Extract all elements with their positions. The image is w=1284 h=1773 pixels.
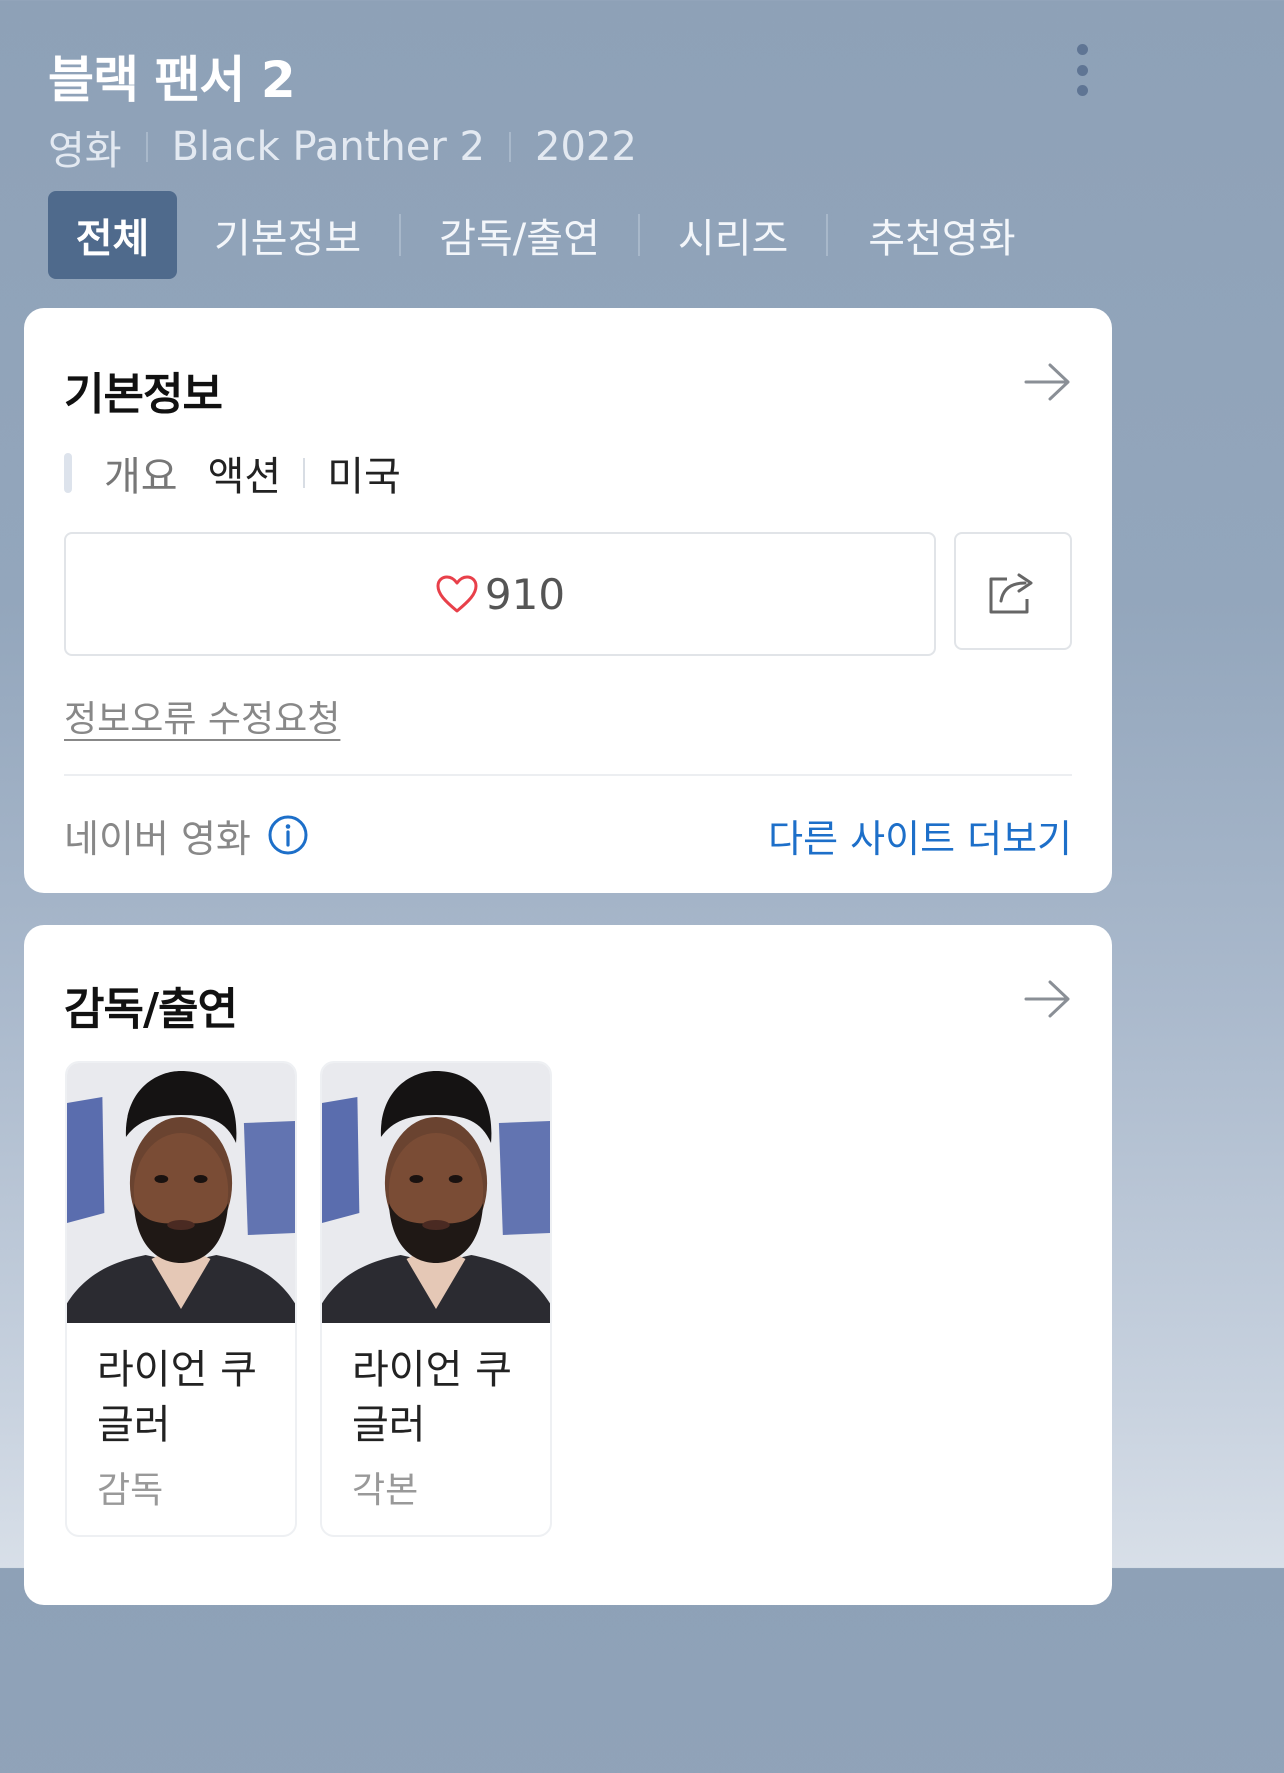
overview-divider bbox=[303, 458, 306, 488]
heart-icon bbox=[436, 575, 478, 613]
tab-divider bbox=[637, 214, 640, 256]
page-title: 블랙 팬서 2 bbox=[48, 51, 296, 109]
more-menu-icon[interactable] bbox=[1068, 44, 1096, 96]
person-card-director[interactable]: 라이언 쿠글러 감독 bbox=[65, 1061, 297, 1537]
tab-series[interactable]: 시리즈 bbox=[678, 191, 788, 279]
section-title: 감독/출연 bbox=[64, 984, 238, 1035]
info-icon[interactable] bbox=[267, 814, 309, 856]
overview-label: 개요 bbox=[104, 454, 178, 500]
country-value: 미국 bbox=[327, 454, 401, 500]
tab-recommended[interactable]: 추천영화 bbox=[868, 191, 1015, 279]
person-role: 감독 bbox=[97, 1470, 164, 1511]
person-role: 각본 bbox=[352, 1470, 419, 1511]
overview-row: 개요 액션 미국 bbox=[64, 450, 401, 500]
tab-divider bbox=[826, 214, 829, 256]
tab-cast[interactable]: 감독/출연 bbox=[439, 191, 600, 279]
tab-all[interactable]: 전체 bbox=[48, 191, 177, 279]
source-info: 네이버 영화 bbox=[64, 808, 309, 862]
tab-basic-info[interactable]: 기본정보 bbox=[214, 191, 361, 279]
tab-divider bbox=[399, 214, 402, 256]
person-name: 라이언 쿠글러 bbox=[97, 1347, 257, 1448]
tab-bar: 전체 기본정보 감독/출연 시리즈 추천영화 bbox=[48, 191, 1016, 279]
share-icon bbox=[989, 573, 1033, 614]
like-count: 910 bbox=[484, 569, 566, 619]
person-card-writer[interactable]: 라이언 쿠글러 각본 bbox=[320, 1061, 552, 1537]
share-button[interactable] bbox=[954, 532, 1072, 650]
other-sites-link[interactable]: 다른 사이트 더보기 bbox=[768, 808, 1072, 862]
like-button[interactable]: 910 bbox=[64, 532, 936, 656]
basic-info-card: 기본정보 개요 액션 미국 910 정보오류 수정요청 네이버 영화 다른 사이… bbox=[24, 308, 1112, 893]
genre-value: 액션 bbox=[207, 454, 282, 500]
report-error-link[interactable]: 정보오류 수정요청 bbox=[64, 690, 340, 742]
person-photo bbox=[322, 1063, 550, 1323]
movie-meta: 영화 Black Panther 2 2022 bbox=[48, 122, 637, 174]
meta-divider bbox=[509, 132, 511, 162]
meta-original-title: Black Panther 2 bbox=[171, 124, 485, 170]
arrow-right-icon[interactable] bbox=[1024, 362, 1072, 402]
cast-card: 감독/출연 라이언 쿠글러 감독 라이언 쿠글러 각본 bbox=[24, 925, 1112, 1605]
divider bbox=[64, 774, 1072, 776]
meta-category: 영화 bbox=[48, 128, 122, 174]
meta-year: 2022 bbox=[535, 124, 637, 170]
meta-divider bbox=[145, 132, 148, 162]
section-title: 기본정보 bbox=[64, 369, 223, 420]
source-label: 네이버 영화 bbox=[64, 816, 251, 861]
overview-marker bbox=[64, 453, 72, 493]
arrow-right-icon[interactable] bbox=[1024, 979, 1072, 1019]
person-name: 라이언 쿠글러 bbox=[352, 1347, 512, 1448]
person-photo bbox=[67, 1063, 295, 1323]
